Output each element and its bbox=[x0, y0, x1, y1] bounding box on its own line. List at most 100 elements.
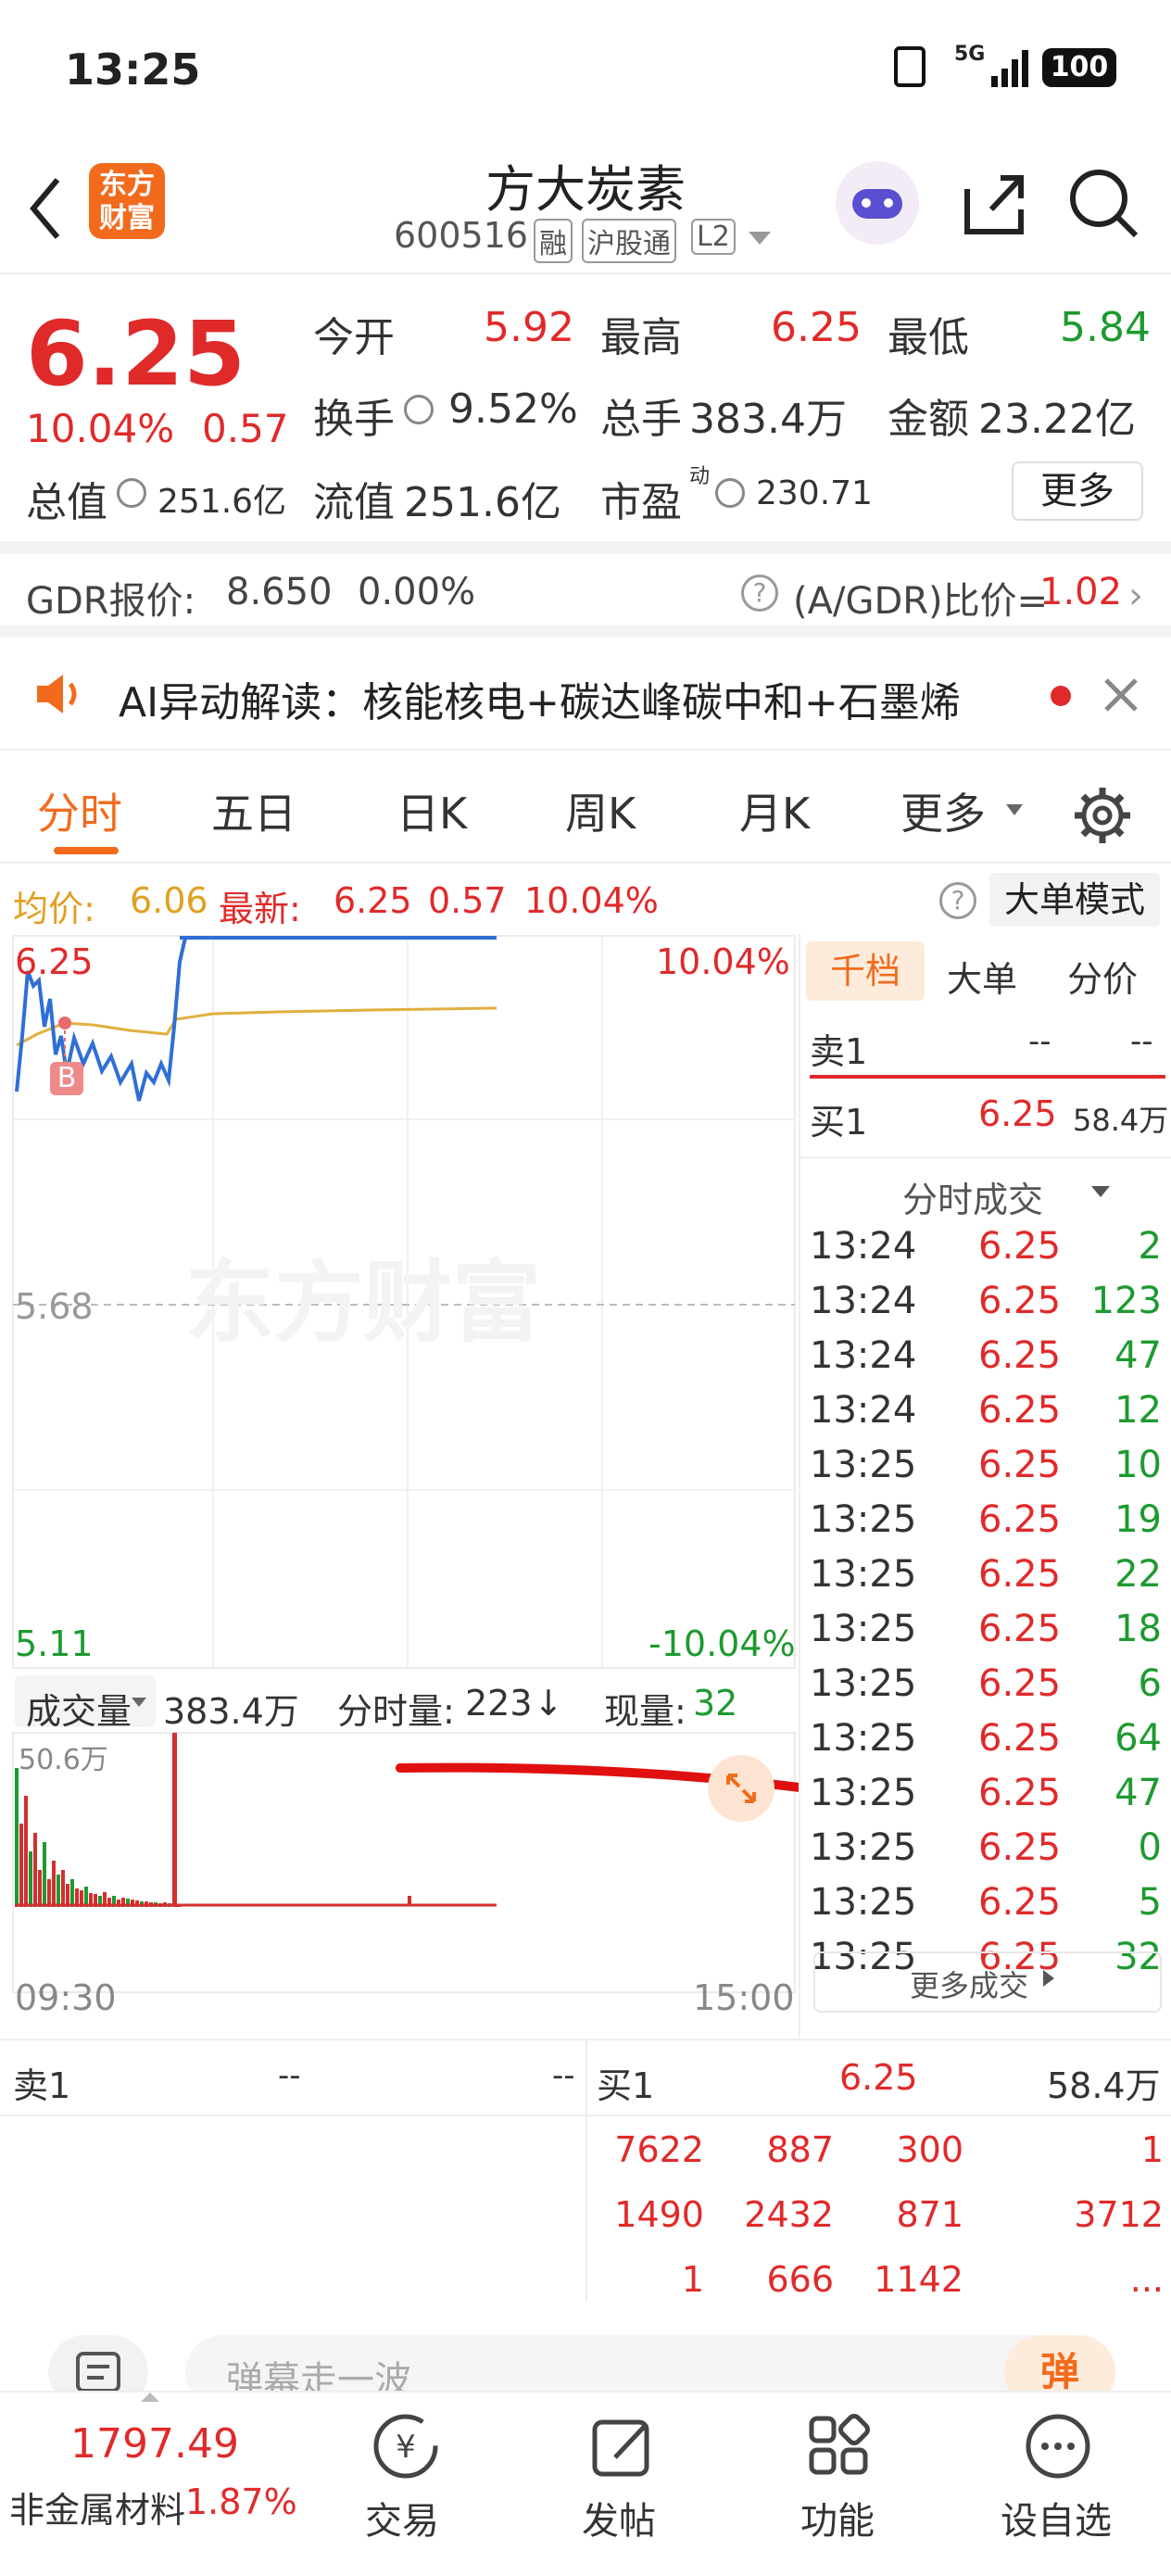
trade-row: 13:25 6.25 18 bbox=[810, 1602, 1162, 1657]
trade-time: 13:25 bbox=[810, 1772, 917, 1814]
battery-icon: 100 bbox=[1042, 48, 1116, 87]
low-label: 最低 bbox=[888, 314, 969, 361]
index-value[interactable]: 1797.49 bbox=[70, 2420, 239, 2468]
big-order-mode-button[interactable]: 大单模式 bbox=[989, 873, 1160, 927]
open-label: 今开 bbox=[313, 314, 395, 361]
info-dots-icon[interactable] bbox=[117, 478, 146, 508]
more-button[interactable]: 更多 bbox=[1012, 461, 1143, 521]
tab-daily-k[interactable]: 日K bbox=[397, 780, 467, 841]
status-bar: 13:25 5G 100 bbox=[0, 0, 1171, 139]
volume-bar bbox=[47, 1879, 51, 1907]
vibrate-icon bbox=[894, 46, 925, 87]
tab-intraday[interactable]: 分时 bbox=[37, 780, 122, 841]
low-value: 5.84 bbox=[1060, 304, 1151, 351]
tab-thousand-level[interactable]: 千档 bbox=[806, 941, 925, 1001]
trade-price: 6.25 bbox=[978, 1717, 1062, 1760]
badge-margin: 融 bbox=[534, 219, 573, 263]
search-icon[interactable] bbox=[1067, 167, 1141, 245]
tab-five-day[interactable]: 五日 bbox=[211, 780, 296, 841]
trade-time: 13:25 bbox=[810, 1608, 917, 1650]
trade-row: 13:24 6.25 47 bbox=[810, 1329, 1162, 1383]
avg-label: 均价: bbox=[13, 889, 95, 929]
more-dots-icon[interactable] bbox=[404, 395, 434, 424]
book-buy1-price: 6.25 bbox=[839, 2057, 918, 2098]
tab-more[interactable]: 更多 bbox=[900, 780, 986, 841]
index-expand-icon[interactable] bbox=[141, 2393, 159, 2402]
trades-chevron-icon[interactable] bbox=[1091, 1186, 1110, 1197]
volume-total: 383.4万 bbox=[163, 1691, 299, 1732]
help-icon[interactable]: ? bbox=[939, 882, 976, 919]
volume-bars bbox=[15, 1733, 497, 1907]
volume-chevron-icon[interactable] bbox=[132, 1698, 146, 1707]
badge-l2[interactable]: L2 bbox=[691, 219, 736, 255]
gdr-label: GDR报价: bbox=[26, 580, 196, 623]
queue-cell: 887 bbox=[766, 2129, 834, 2170]
trade-row: 13:25 6.25 10 bbox=[810, 1438, 1162, 1493]
share-icon[interactable] bbox=[960, 169, 1030, 243]
trade-time: 13:25 bbox=[810, 1881, 917, 1924]
nav-post[interactable]: 发帖 bbox=[582, 2491, 656, 2544]
gdr-pct: 0.00% bbox=[358, 571, 476, 613]
ai-alert-bar[interactable]: AI异动解读：核能核电+碳达峰碳中和+石墨烯 bbox=[0, 639, 1171, 751]
trade-time: 13:25 bbox=[810, 1717, 917, 1760]
tab-price-dist[interactable]: 分价 bbox=[1067, 951, 1138, 1002]
nav-functions[interactable]: 功能 bbox=[800, 2491, 875, 2544]
high-label: 最高 bbox=[600, 314, 682, 361]
buy1-label: 买1 bbox=[810, 1102, 868, 1143]
help-icon[interactable]: ? bbox=[741, 575, 778, 612]
network-label: 5G bbox=[954, 43, 986, 66]
unread-dot bbox=[1051, 686, 1071, 706]
badge-connect: 沪股通 bbox=[582, 219, 676, 263]
trade-price: 6.25 bbox=[978, 1772, 1062, 1814]
tab-big-order[interactable]: 大单 bbox=[947, 951, 1017, 1002]
order-panel: 千档 大单 分价 卖1 -- -- 买1 6.25 58.4万 分时成交 13:… bbox=[799, 934, 1171, 2037]
functions-grid-icon[interactable] bbox=[804, 2411, 875, 2485]
book-sell1-price: -- bbox=[278, 2057, 301, 2094]
chevron-right-icon[interactable]: › bbox=[1128, 575, 1143, 617]
tab-underline bbox=[54, 847, 119, 854]
book-sell1-label: 卖1 bbox=[13, 2065, 71, 2106]
trade-volume: 12 bbox=[1114, 1389, 1162, 1432]
pe-dots-icon[interactable] bbox=[715, 478, 745, 508]
book-row-divider bbox=[0, 2115, 1171, 2116]
close-icon[interactable] bbox=[1102, 676, 1140, 717]
stock-code: 600516 bbox=[394, 215, 529, 256]
post-edit-icon[interactable] bbox=[587, 2411, 658, 2485]
trade-volume: 18 bbox=[1114, 1608, 1162, 1650]
status-time: 13:25 bbox=[65, 44, 201, 95]
index-name[interactable]: 非金属材料 bbox=[9, 2481, 185, 2532]
pe-superscript: 动 bbox=[689, 465, 711, 488]
trade-row: 13:25 6.25 19 bbox=[810, 1493, 1162, 1547]
tab-monthly-k[interactable]: 月K bbox=[739, 780, 810, 841]
volume-bar bbox=[15, 1768, 19, 1907]
trade-price: 6.25 bbox=[978, 1334, 1062, 1377]
latest-price: 6.25 bbox=[334, 880, 412, 921]
trade-price: 6.25 bbox=[978, 1826, 1062, 1869]
ai-alert-text[interactable]: AI异动解读：核能核电+碳达峰碳中和+石墨烯 bbox=[119, 669, 961, 728]
index-pct[interactable]: 1.87% bbox=[185, 2481, 297, 2522]
trade-row: 13:25 6.25 0 bbox=[810, 1821, 1162, 1875]
trade-yen-icon[interactable]: ¥ bbox=[371, 2411, 441, 2485]
trade-time: 13:24 bbox=[810, 1225, 917, 1268]
more-trades-chevron-icon[interactable] bbox=[1043, 1970, 1054, 1987]
add-watchlist-icon[interactable] bbox=[1023, 2411, 1093, 2485]
sell1-label: 卖1 bbox=[810, 1031, 868, 1072]
gdr-row[interactable]: GDR报价: 8.650 0.00% ? (A/GDR)比价= 1.02 › bbox=[0, 554, 1171, 638]
tab-more-chevron-icon[interactable] bbox=[1006, 804, 1023, 815]
trades-header[interactable]: 分时成交 bbox=[902, 1171, 1043, 1222]
trade-volume: 64 bbox=[1114, 1717, 1162, 1760]
nav-trade[interactable]: 交易 bbox=[365, 2491, 439, 2544]
tab-weekly-k[interactable]: 周K bbox=[565, 780, 636, 841]
current-volume: 32 bbox=[693, 1683, 738, 1724]
tick-volume-label: 分时量: bbox=[337, 1691, 455, 1732]
robot-assistant-icon[interactable] bbox=[836, 161, 919, 245]
buy1-price: 6.25 bbox=[978, 1093, 1057, 1134]
gdr-ratio-label: (A/GDR)比价= bbox=[793, 580, 1049, 623]
buy-marker-badge[interactable]: B bbox=[50, 1062, 83, 1095]
nav-add-watchlist[interactable]: 设自选 bbox=[1001, 2491, 1112, 2544]
intraday-chart[interactable]: B 东方财富 6.25 10.04% 5.68 5.11 -10.04% 成交量… bbox=[0, 934, 799, 2037]
trade-volume: 19 bbox=[1114, 1498, 1162, 1541]
chevron-down-icon[interactable] bbox=[749, 232, 771, 245]
queue-cell: 666 bbox=[766, 2259, 834, 2300]
settings-gear-icon[interactable] bbox=[1073, 786, 1132, 849]
